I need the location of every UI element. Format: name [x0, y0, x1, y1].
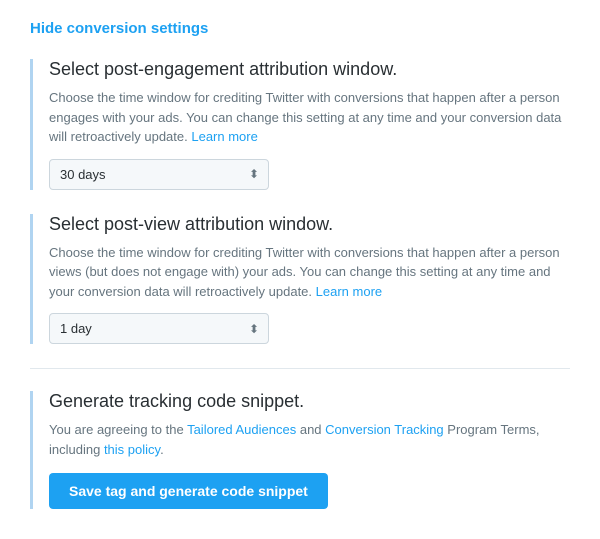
- post-engagement-select[interactable]: 30 days 14 days 7 days 1 day: [49, 159, 269, 190]
- hide-conversion-link[interactable]: Hide conversion settings: [30, 20, 208, 37]
- conversion-tracking-link[interactable]: Conversion Tracking: [325, 422, 444, 437]
- post-view-section: Select post-view attribution window. Cho…: [30, 214, 570, 345]
- post-engagement-desc: Choose the time window for crediting Twi…: [49, 88, 570, 147]
- generate-section: Generate tracking code snippet. You are …: [30, 391, 570, 509]
- post-view-select[interactable]: 1 day 3 days 7 days 14 days 30 days: [49, 313, 269, 344]
- post-view-title: Select post-view attribution window.: [49, 214, 570, 235]
- post-view-learn-more[interactable]: Learn more: [316, 284, 382, 299]
- section-divider: [30, 368, 570, 369]
- generate-suffix: .: [160, 442, 164, 457]
- generate-desc-prefix: You are agreeing to the: [49, 422, 184, 437]
- post-engagement-title: Select post-engagement attribution windo…: [49, 59, 570, 80]
- post-engagement-section: Select post-engagement attribution windo…: [30, 59, 570, 190]
- post-engagement-select-wrapper: 30 days 14 days 7 days 1 day ⬍: [49, 159, 269, 190]
- post-view-desc-text: Choose the time window for crediting Twi…: [49, 245, 560, 299]
- generate-title: Generate tracking code snippet.: [49, 391, 570, 412]
- generate-and: and: [300, 422, 325, 437]
- this-policy-link[interactable]: this policy: [104, 442, 160, 457]
- save-tag-button[interactable]: Save tag and generate code snippet: [49, 473, 328, 509]
- tailored-audiences-link[interactable]: Tailored Audiences: [187, 422, 296, 437]
- post-engagement-desc-text: Choose the time window for crediting Twi…: [49, 90, 561, 144]
- post-engagement-learn-more[interactable]: Learn more: [191, 129, 257, 144]
- post-view-select-wrapper: 1 day 3 days 7 days 14 days 30 days ⬍: [49, 313, 269, 344]
- post-view-desc: Choose the time window for crediting Twi…: [49, 243, 570, 302]
- generate-desc: You are agreeing to the Tailored Audienc…: [49, 420, 570, 459]
- page-container: Hide conversion settings Select post-eng…: [0, 0, 600, 539]
